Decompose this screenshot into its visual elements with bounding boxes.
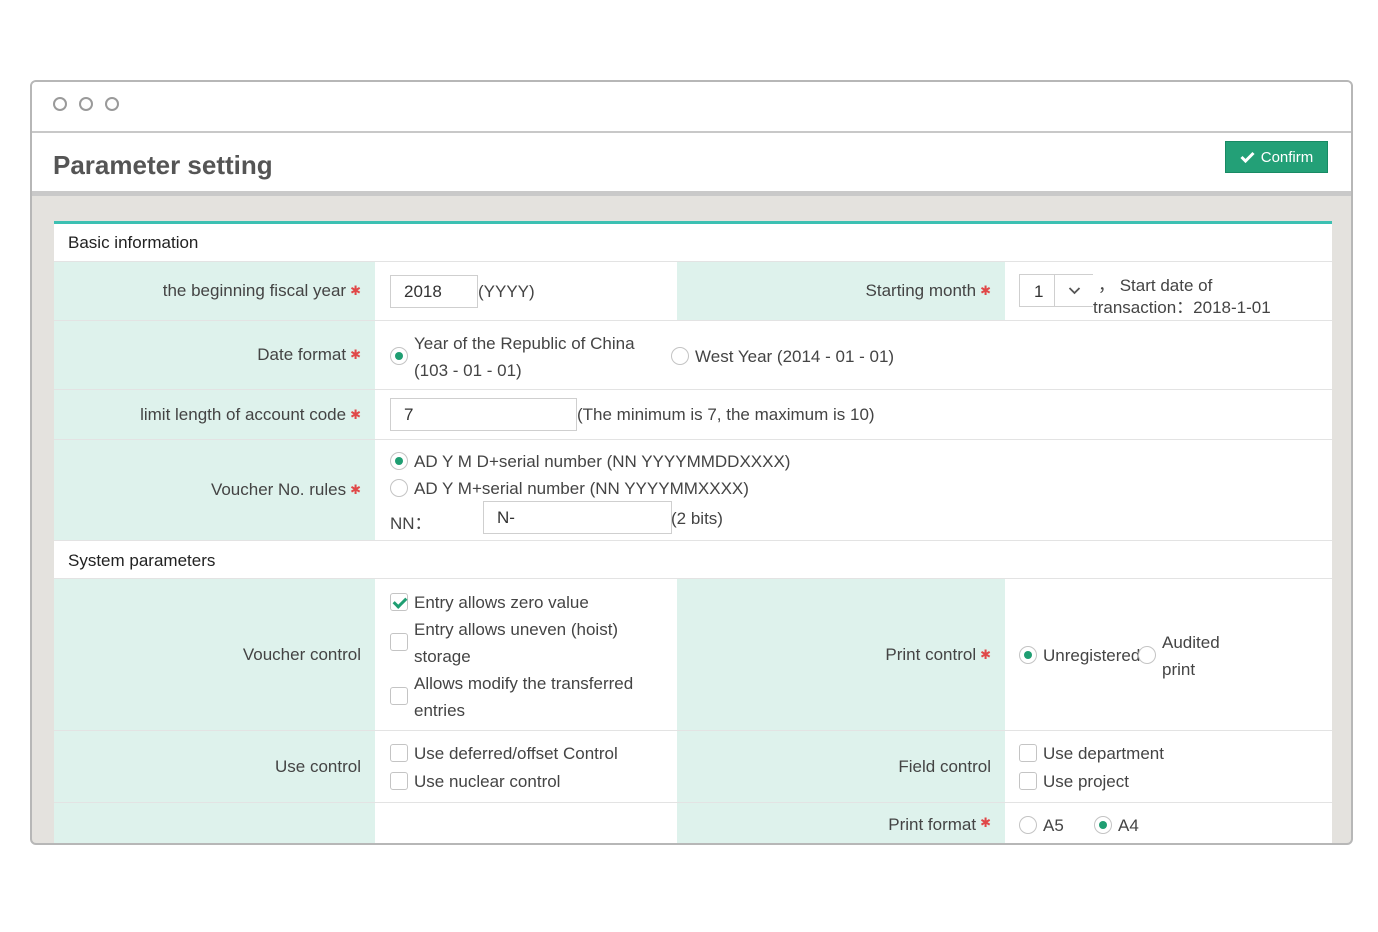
chevron-down-icon[interactable]	[1054, 275, 1094, 306]
radio-unregistered[interactable]	[1019, 646, 1037, 664]
radio-print-a4[interactable]	[1094, 816, 1112, 834]
voucher-ymd-label: AD Y M D+serial number (NN YYYYMMDDXXXX)	[414, 452, 791, 471]
nn-label: NN：	[390, 514, 432, 533]
deferred-offset-label: Use deferred/offset Control	[414, 744, 618, 763]
settings-panel: Basic information the beginning fiscal y…	[54, 221, 1332, 843]
unregistered-label: Unregistered	[1043, 646, 1141, 665]
page-header: Parameter setting Confirm	[32, 133, 1351, 196]
section-basic-information: Basic information	[54, 224, 1332, 262]
required-mark: ✱	[350, 347, 361, 362]
row-use-control: Use control Use deferred/offset Control …	[54, 731, 1332, 803]
start-date-note-line2: transaction：2018-1-01	[1093, 298, 1271, 317]
required-mark: ✱	[980, 283, 991, 298]
confirm-label: Confirm	[1260, 148, 1314, 166]
nuclear-control-label: Use nuclear control	[414, 772, 561, 791]
row-voucher-rules: Voucher No. rules ✱ AD Y M D+serial numbe…	[54, 440, 1332, 541]
radio-voucher-ym[interactable]	[390, 479, 408, 497]
checkbox-nuclear-control[interactable]	[390, 772, 408, 790]
modify-transferred-label-line2: entries	[414, 701, 466, 720]
section-title-system: System parameters	[68, 551, 216, 570]
confirm-button[interactable]: Confirm	[1225, 141, 1328, 173]
radio-roc-year[interactable]	[390, 347, 408, 365]
checkbox-use-department[interactable]	[1019, 744, 1037, 762]
page-title: Parameter setting	[53, 150, 273, 180]
uneven-storage-label-line2: storage	[414, 647, 471, 666]
label-account-code: limit length of account code ✱	[54, 390, 375, 439]
checkbox-uneven-storage[interactable]	[390, 633, 408, 651]
radio-voucher-ymd[interactable]	[390, 452, 408, 470]
row-date-format: Date format ✱ Year of the Republic of Chi…	[54, 321, 1332, 390]
required-mark: ✱	[980, 815, 991, 830]
fiscal-year-input[interactable]: 2018	[390, 275, 478, 308]
row-print-format: Print format ✱ A5 A4	[54, 803, 1332, 843]
print-a4-label: A4	[1118, 816, 1139, 835]
required-mark: ✱	[350, 283, 361, 298]
required-mark: ✱	[980, 646, 991, 662]
audited-print-label-line2: print	[1162, 660, 1196, 679]
required-mark: ✱	[350, 406, 361, 422]
uneven-storage-label-line1: Entry allows uneven (hoist)	[414, 620, 619, 639]
label-use-control: Use control	[54, 731, 375, 802]
checkbox-deferred-offset[interactable]	[390, 744, 408, 762]
row-fiscal-year: the beginning fiscal year ✱ 2018 (YYYY) S…	[54, 262, 1332, 321]
roc-year-label-line2: (103 - 01 - 01)	[414, 361, 522, 380]
title-bar	[32, 82, 1351, 133]
section-title-basic: Basic information	[68, 233, 199, 252]
label-voucher-rules: Voucher No. rules ✱	[54, 440, 375, 540]
label-fiscal-year: the beginning fiscal year ✱	[54, 262, 375, 320]
modify-transferred-label-line1: Allows modify the transferred	[414, 674, 634, 693]
use-project-label: Use project	[1043, 772, 1129, 791]
account-code-hint: (The minimum is 7, the maximum is 10)	[577, 405, 875, 424]
label-empty	[54, 803, 375, 843]
use-department-label: Use department	[1043, 744, 1164, 763]
label-print-control: Print control ✱	[677, 579, 1005, 730]
row-voucher-control: Voucher control Entry allows zero value …	[54, 579, 1332, 731]
roc-year-label-line1: Year of the Republic of China	[414, 334, 635, 353]
required-mark: ✱	[350, 482, 361, 497]
nn-hint: (2 bits)	[671, 509, 723, 528]
window-close-dot[interactable]	[53, 97, 67, 111]
zero-value-label: Entry allows zero value	[414, 593, 589, 612]
label-starting-month: Starting month ✱	[677, 262, 1005, 320]
fiscal-year-hint: (YYYY)	[478, 282, 535, 301]
starting-month-value: 1	[1034, 282, 1044, 301]
window-maximize-dot[interactable]	[105, 97, 119, 111]
starting-month-select[interactable]: 1	[1019, 274, 1094, 307]
label-print-format: Print format ✱	[677, 803, 1005, 843]
app-window: Parameter setting Confirm Basic informat…	[30, 80, 1353, 845]
audited-print-label-line1: Audited	[1162, 633, 1220, 652]
checkbox-zero-value[interactable]	[390, 593, 408, 611]
label-voucher-control: Voucher control	[54, 579, 375, 730]
checkbox-modify-transferred[interactable]	[390, 687, 408, 705]
label-date-format: Date format ✱	[54, 321, 375, 389]
west-year-label: West Year (2014 - 01 - 01)	[695, 347, 895, 366]
window-minimize-dot[interactable]	[79, 97, 93, 111]
account-code-input[interactable]: 7	[390, 398, 577, 431]
print-a5-label: A5	[1043, 816, 1064, 835]
radio-audited-print[interactable]	[1138, 646, 1156, 664]
section-system-parameters: System parameters	[54, 541, 1332, 579]
radio-west-year[interactable]	[671, 347, 689, 365]
radio-print-a5[interactable]	[1019, 816, 1037, 834]
nn-prefix-input[interactable]: N-	[483, 501, 672, 534]
voucher-ym-label: AD Y M+serial number (NN YYYYMMXXXX)	[414, 479, 749, 498]
check-icon	[1240, 151, 1255, 163]
label-field-control: Field control	[677, 731, 1005, 802]
checkbox-use-project[interactable]	[1019, 772, 1037, 790]
row-account-code: limit length of account code ✱ 7 (The min…	[54, 390, 1332, 440]
